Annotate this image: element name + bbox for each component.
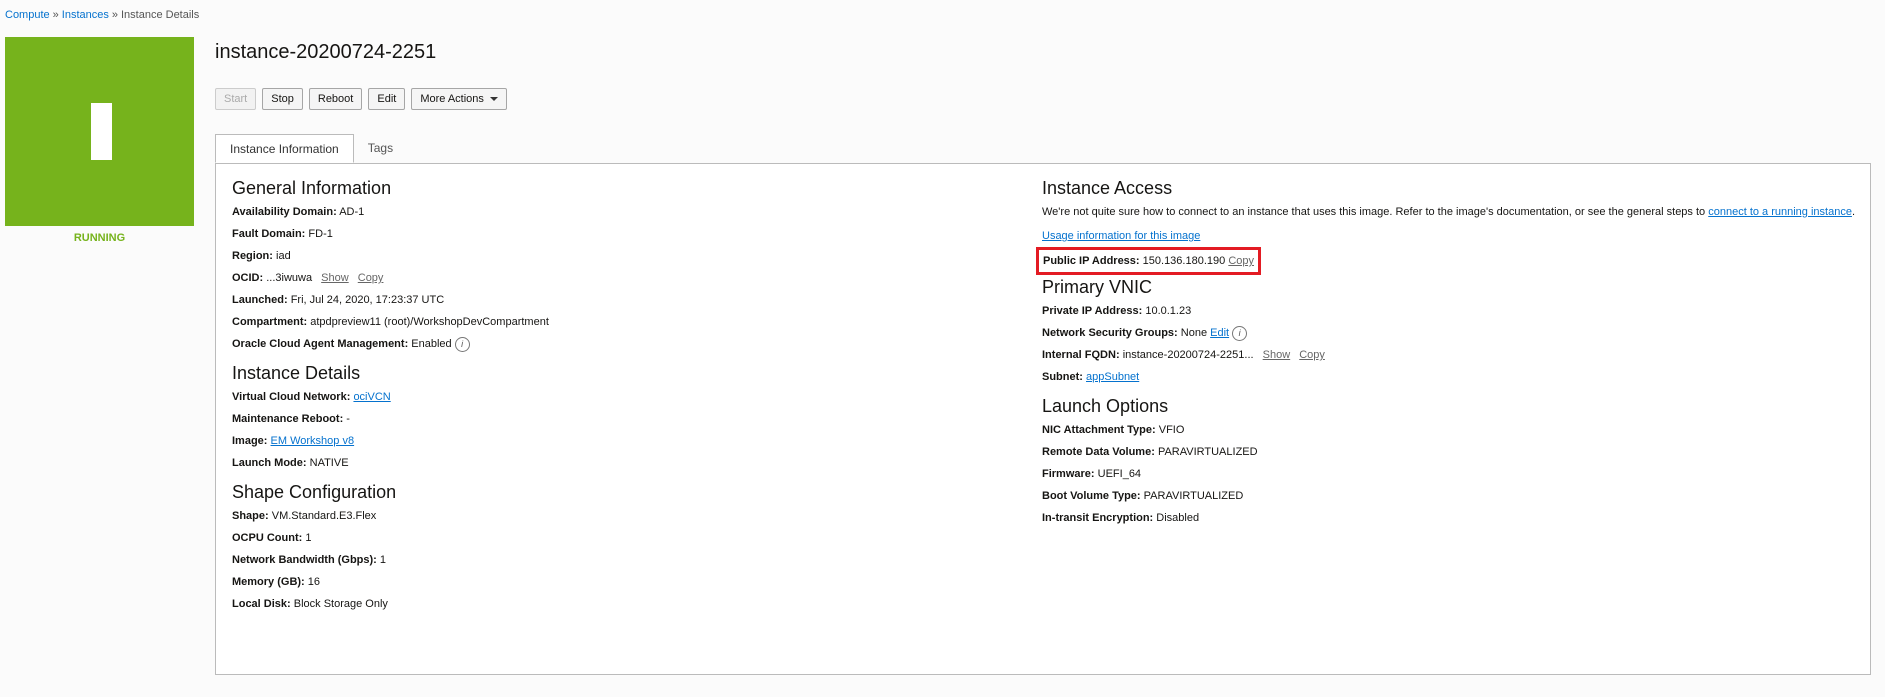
local-disk-row: Local Disk: Block Storage Only (232, 598, 388, 610)
instance-icon-tile (5, 37, 194, 226)
region-row: Region: iad (232, 250, 291, 262)
availability-domain-row: Availability Domain: AD-1 (232, 206, 365, 218)
page-title: instance-20200724-2251 (215, 41, 437, 63)
usage-info-row: Usage information for this image (1042, 225, 1862, 247)
section-heading: Instance Access (1042, 178, 1173, 198)
action-toolbar: Start Stop Reboot Edit More Actions (215, 88, 507, 110)
vcn-link[interactable]: ociVCN (353, 391, 390, 403)
details-panel: General Information Availability Domain:… (215, 163, 1871, 675)
remote-data-volume-row: Remote Data Volume: PARAVIRTUALIZED (1042, 446, 1258, 458)
subnet-row: Subnet: appSubnet (1042, 371, 1140, 383)
ocpu-row: OCPU Count: 1 (232, 532, 312, 544)
launch-options-section: Launch Options NIC Attachment Type: VFIO… (1042, 396, 1862, 529)
section-heading: Shape Configuration (232, 482, 397, 502)
transit-encryption-row: In-transit Encryption: Disabled (1042, 512, 1200, 524)
public-ip-row: Public IP Address: 150.136.180.190 Copy (1036, 247, 1862, 275)
section-heading: Primary VNIC (1042, 277, 1153, 297)
ocid-show-link[interactable]: Show (321, 272, 349, 284)
public-ip-value: 150.136.180.190 (1142, 255, 1226, 267)
stop-button[interactable]: Stop (262, 88, 303, 110)
ocid-row: OCID: ...3iwuwa Show Copy (232, 272, 384, 284)
boot-volume-row: Boot Volume Type: PARAVIRTUALIZED (1042, 490, 1244, 502)
left-column: General Information Availability Domain:… (232, 178, 1012, 621)
shape-row: Shape: VM.Standard.E3.Flex (232, 510, 377, 522)
info-icon[interactable]: i (1232, 325, 1248, 341)
start-button[interactable]: Start (215, 88, 257, 110)
breadcrumb-separator: » (111, 9, 118, 21)
instance-details-section: Instance Details Virtual Cloud Network: … (232, 363, 1012, 474)
usage-info-link[interactable]: Usage information for this image (1042, 230, 1200, 242)
section-heading: Instance Details (232, 363, 361, 383)
shape-configuration-section: Shape Configuration Shape: VM.Standard.E… (232, 482, 1012, 615)
nsg-edit-link[interactable]: Edit (1210, 327, 1229, 339)
launched-row: Launched: Fri, Jul 24, 2020, 17:23:37 UT… (232, 294, 445, 306)
reboot-button[interactable]: Reboot (308, 88, 363, 110)
breadcrumb-current: Instance Details (120, 9, 200, 21)
breadcrumb: Compute» Instances» Instance Details (5, 9, 199, 21)
bandwidth-row: Network Bandwidth (Gbps): 1 (232, 554, 387, 566)
chevron-down-icon (489, 97, 498, 102)
ocid-copy-link[interactable]: Copy (358, 272, 384, 284)
edit-button[interactable]: Edit (368, 88, 406, 110)
connect-instance-link[interactable]: connect to a running instance (1708, 206, 1852, 218)
more-actions-label: More Actions (420, 93, 484, 105)
fqdn-show-link[interactable]: Show (1263, 349, 1291, 361)
instance-access-section: Instance Access We're not quite sure how… (1036, 178, 1862, 275)
image-link[interactable]: EM Workshop v8 (271, 435, 355, 447)
maintenance-reboot-row: Maintenance Reboot: - (232, 413, 350, 425)
tab-instance-information[interactable]: Instance Information (215, 134, 354, 163)
general-information-section: General Information Availability Domain:… (232, 178, 1012, 355)
compartment-row: Compartment: atpdpreview11 (root)/Worksh… (232, 316, 549, 328)
status-label: RUNNING (73, 232, 126, 244)
firmware-row: Firmware: UEFI_64 (1042, 468, 1142, 480)
instance-letter-icon (91, 103, 112, 160)
private-ip-row: Private IP Address: 10.0.1.23 (1042, 305, 1192, 317)
tab-tags[interactable]: Tags (354, 134, 407, 164)
nic-attachment-row: NIC Attachment Type: VFIO (1042, 424, 1185, 436)
public-ip-highlight: Public IP Address: 150.136.180.190 Copy (1036, 247, 1261, 275)
access-description: We're not quite sure how to connect to a… (1042, 206, 1856, 218)
internal-fqdn-row: Internal FQDN: instance-20200724-2251...… (1042, 349, 1325, 361)
breadcrumb-instances-link[interactable]: Instances (62, 9, 109, 21)
breadcrumb-compute-link[interactable]: Compute (5, 9, 50, 21)
vcn-row: Virtual Cloud Network: ociVCN (232, 391, 391, 403)
subnet-link[interactable]: appSubnet (1086, 371, 1139, 383)
memory-row: Memory (GB): 16 (232, 576, 321, 588)
primary-vnic-section: Primary VNIC Private IP Address: 10.0.1.… (1042, 277, 1862, 388)
public-ip-copy-link[interactable]: Copy (1228, 255, 1254, 267)
tab-bar: Instance Information Tags (215, 134, 407, 164)
launch-mode-row: Launch Mode: NATIVE (232, 457, 349, 469)
section-heading: Launch Options (1042, 396, 1169, 416)
breadcrumb-separator: » (52, 9, 59, 21)
section-heading: General Information (232, 178, 392, 198)
info-icon[interactable]: i (454, 336, 470, 352)
right-column: Instance Access We're not quite sure how… (1036, 178, 1862, 535)
nsg-row: Network Security Groups: None Edit i (1042, 322, 1862, 344)
fault-domain-row: Fault Domain: FD-1 (232, 228, 333, 240)
more-actions-button[interactable]: More Actions (411, 88, 507, 110)
agent-management-row: Oracle Cloud Agent Management: Enabled i (232, 333, 1012, 355)
fqdn-copy-link[interactable]: Copy (1299, 349, 1325, 361)
image-row: Image: EM Workshop v8 (232, 435, 355, 447)
